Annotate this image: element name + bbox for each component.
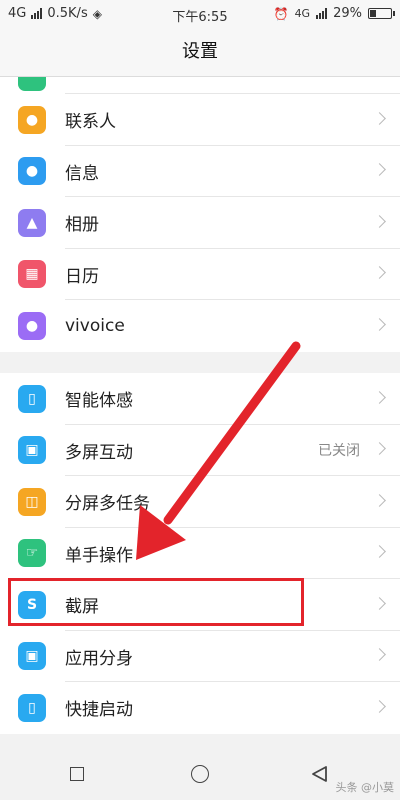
contacts-icon: ●: [18, 105, 46, 134]
page-title: 设置: [182, 41, 218, 62]
chevron-right-icon: [373, 699, 386, 713]
split-screen-icon: ◫: [18, 487, 46, 516]
chevron-right-icon: [373, 111, 386, 125]
settings-item-label: 单手操作: [65, 545, 133, 566]
app-clone-icon: ▣: [18, 642, 46, 671]
chevron-right-icon: [373, 266, 386, 280]
settings-item-label: 快捷启动: [65, 700, 133, 721]
calendar-icon: ▦: [18, 260, 46, 289]
settings-item-label: 相册: [65, 215, 99, 236]
page-header: 设置: [0, 28, 400, 77]
settings-item-label: vivoice: [65, 315, 125, 336]
settings-item-album[interactable]: ▲ 相册: [0, 197, 400, 249]
settings-item-one-hand[interactable]: ☞ 单手操作: [0, 528, 400, 580]
settings-item-split-screen[interactable]: ◫ 分屏多任务: [0, 476, 400, 528]
chevron-right-icon: [373, 596, 386, 610]
settings-item-microphone[interactable]: ● vivoice: [0, 300, 400, 352]
settings-item-label: 分屏多任务: [65, 494, 150, 515]
one-hand-icon: ☞: [18, 539, 46, 568]
battery-icon: [368, 8, 395, 19]
settings-item-quick-launch[interactable]: ▯ 快捷启动: [0, 682, 400, 734]
status-bar: 4G 0.5K/s ◈ 下午6:55 ⏰ 4G 29%: [0, 0, 400, 28]
microphone-icon: ●: [18, 311, 46, 340]
settings-item-calendar[interactable]: ▦ 日历: [0, 249, 400, 301]
clock: 下午6:55: [172, 10, 228, 25]
settings-item-label: 多屏互动: [65, 442, 133, 463]
recents-button[interactable]: [70, 767, 84, 781]
chevron-right-icon: [373, 214, 386, 228]
settings-item-contacts[interactable]: ● 联系人: [0, 94, 400, 146]
signal-icon-right: [316, 8, 328, 19]
multi-screen-icon: ▣: [18, 436, 46, 465]
settings-item-label: 智能体感: [65, 391, 133, 412]
chevron-right-icon: [373, 317, 386, 331]
chevron-right-icon: [373, 390, 386, 404]
messages-icon: ●: [18, 157, 46, 186]
settings-group-apps: ● 联系人 ● 信息 ▲ 相册 ▦ 日历 ● vivoice: [0, 94, 400, 352]
settings-item-smart-motion[interactable]: ▯ 智能体感: [0, 373, 400, 425]
chevron-right-icon: [373, 545, 386, 559]
smart-motion-icon: ▯: [18, 384, 46, 413]
back-button[interactable]: [310, 765, 330, 783]
chevron-right-icon: [373, 163, 386, 177]
settings-item-label: 日历: [65, 266, 99, 287]
highlight-box: [8, 578, 304, 626]
album-icon: ▲: [18, 208, 46, 237]
chevron-right-icon: [373, 493, 386, 507]
battery-percent: 29%: [333, 6, 362, 21]
quick-launch-icon: ▯: [18, 693, 46, 722]
settings-item-label: 联系人: [65, 112, 116, 133]
partial-list-item[interactable]: [0, 77, 400, 94]
settings-item-label: 应用分身: [65, 648, 133, 669]
navigation-bar: 头条 @小莫: [0, 748, 400, 800]
alarm-off-icon: ⏰: [273, 6, 289, 21]
chevron-right-icon: [373, 442, 386, 456]
settings-item-messages[interactable]: ● 信息: [0, 146, 400, 198]
settings-group-features: ▯ 智能体感 ▣ 多屏互动 已关闭 ◫ 分屏多任务 ☞ 单手操作 S 截屏 ▣ 应用分身 ▯ 快捷启动: [0, 373, 400, 734]
settings-item-value: 已关闭: [318, 443, 360, 460]
chevron-right-icon: [373, 648, 386, 662]
settings-item-multi-screen[interactable]: ▣ 多屏互动 已关闭: [0, 425, 400, 477]
app-icon: [18, 77, 46, 91]
watermark: 头条 @小莫: [335, 781, 395, 794]
network-type-right: 4G: [294, 7, 311, 20]
home-button[interactable]: [191, 765, 209, 783]
settings-item-app-clone[interactable]: ▣ 应用分身: [0, 631, 400, 683]
settings-item-label: 信息: [65, 163, 99, 184]
